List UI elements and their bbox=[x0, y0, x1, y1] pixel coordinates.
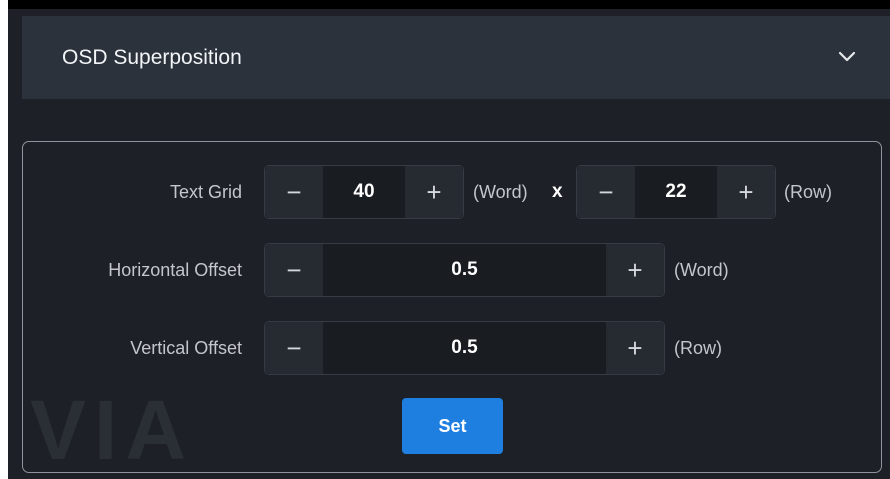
text-grid-times-sign: x bbox=[552, 181, 563, 202]
set-button[interactable]: Set bbox=[402, 398, 503, 454]
text-grid-words-stepper: − 40 + bbox=[264, 165, 464, 219]
text-grid-words-decrement-button[interactable]: − bbox=[265, 166, 323, 218]
vertical-offset-stepper: − 0.5 + bbox=[264, 321, 665, 375]
section-title: OSD Superposition bbox=[62, 46, 242, 69]
text-grid-words-increment-button[interactable]: + bbox=[405, 166, 463, 218]
horizontal-offset-decrement-button[interactable]: − bbox=[265, 244, 323, 296]
text-grid-rows-decrement-button[interactable]: − bbox=[577, 166, 635, 218]
horizontal-offset-unit: (Word) bbox=[674, 260, 729, 280]
text-grid-word-unit: (Word) bbox=[473, 182, 528, 202]
vertical-offset-increment-button[interactable]: + bbox=[606, 322, 664, 374]
vertical-offset-input[interactable]: 0.5 bbox=[323, 322, 606, 374]
horizontal-offset-label: Horizontal Offset bbox=[108, 260, 242, 280]
chevron-down-icon[interactable] bbox=[837, 49, 857, 65]
text-grid-rows-increment-button[interactable]: + bbox=[717, 166, 775, 218]
vertical-offset-label: Vertical Offset bbox=[130, 338, 242, 358]
watermark: VIA bbox=[30, 383, 195, 477]
horizontal-offset-stepper: − 0.5 + bbox=[264, 243, 665, 297]
horizontal-offset-increment-button[interactable]: + bbox=[606, 244, 664, 296]
osd-superposition-header[interactable]: OSD Superposition bbox=[22, 16, 890, 99]
vertical-offset-unit: (Row) bbox=[674, 338, 722, 358]
text-grid-words-input[interactable]: 40 bbox=[323, 166, 405, 218]
text-grid-row-unit: (Row) bbox=[784, 182, 832, 202]
text-grid-label: Text Grid bbox=[169, 182, 242, 202]
text-grid-rows-input[interactable]: 22 bbox=[635, 166, 717, 218]
horizontal-offset-input[interactable]: 0.5 bbox=[323, 244, 606, 296]
text-grid-rows-stepper: − 22 + bbox=[576, 165, 776, 219]
top-strip bbox=[8, 0, 890, 9]
vertical-offset-decrement-button[interactable]: − bbox=[265, 322, 323, 374]
